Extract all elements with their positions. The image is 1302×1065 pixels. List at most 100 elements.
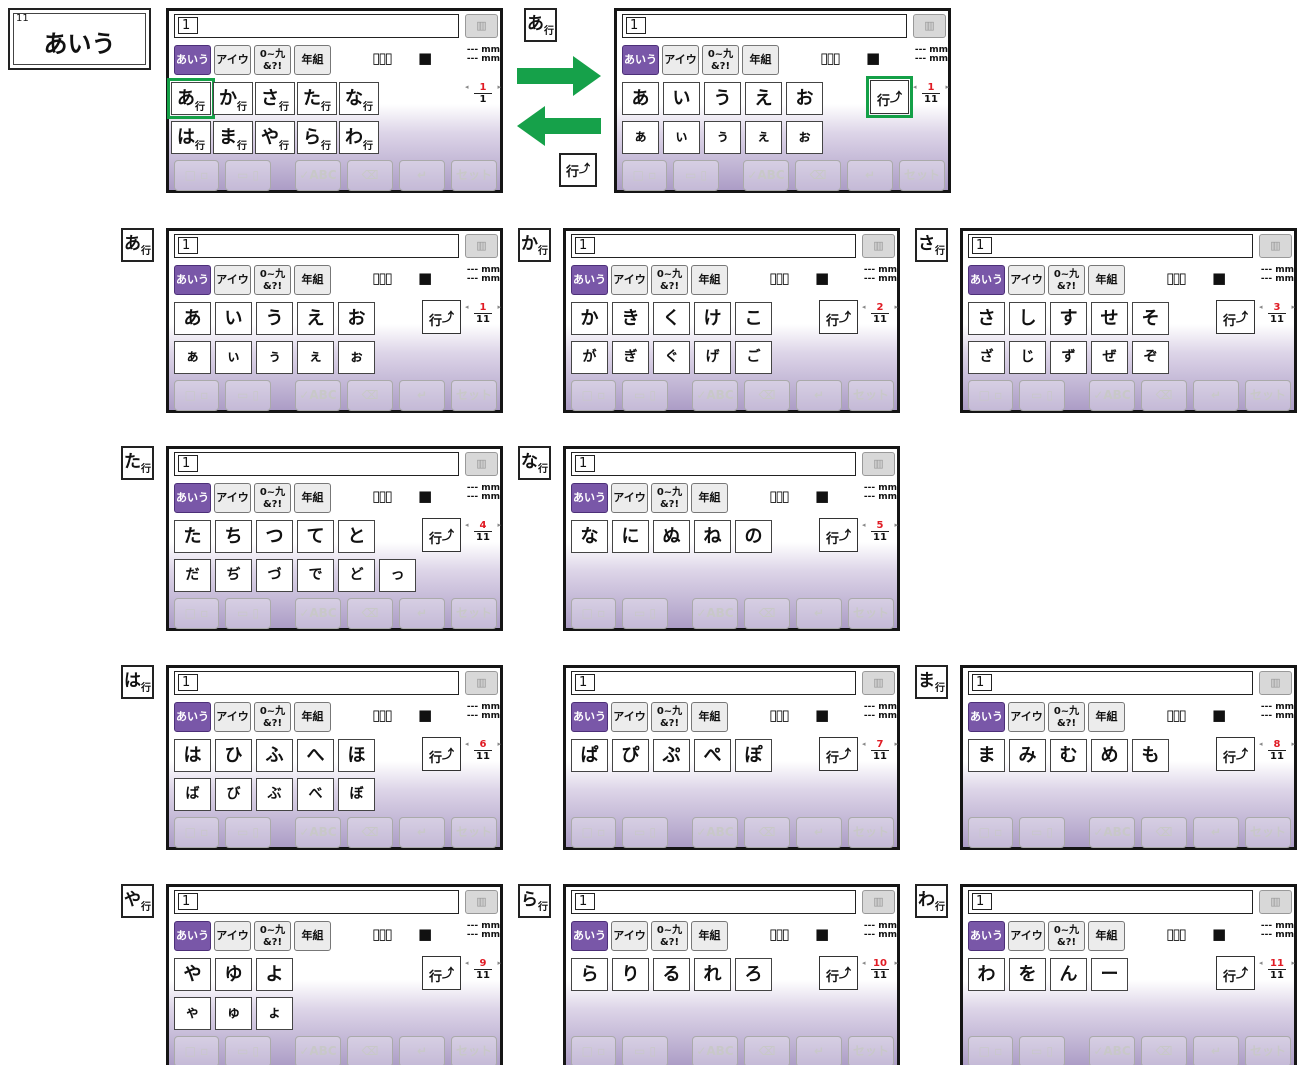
char-key[interactable]: と xyxy=(338,520,375,553)
delete-button[interactable]: ⌫ xyxy=(744,1036,790,1065)
sewing-icon[interactable]: ▥ xyxy=(862,234,895,258)
font-size-icon[interactable]: ▯▯▯ xyxy=(769,706,790,724)
mode-tab-3[interactable]: 年組 xyxy=(1088,921,1125,951)
mode-tab-0[interactable]: あいう xyxy=(571,702,608,732)
spell-check-button[interactable]: ✓ABC xyxy=(692,1036,738,1065)
char-key[interactable]: だ xyxy=(174,559,211,592)
size-toggle-button[interactable]: □ ▫ xyxy=(968,817,1013,848)
char-key[interactable]: け xyxy=(694,302,731,335)
char-key[interactable]: ゅ xyxy=(215,997,252,1030)
char-key[interactable]: ぅ xyxy=(704,121,741,154)
char-key[interactable]: つ xyxy=(256,520,293,553)
enter-button[interactable]: ↵ xyxy=(796,598,842,629)
sewing-icon[interactable]: ▥ xyxy=(465,890,498,914)
text-display[interactable]: 1 xyxy=(968,234,1253,258)
char-key[interactable]: の xyxy=(735,520,772,553)
mode-tab-3[interactable]: 年組 xyxy=(691,702,728,732)
text-display[interactable]: 1 xyxy=(968,890,1253,914)
mode-tab-1[interactable]: アイウ xyxy=(214,921,251,951)
mode-tab-2[interactable]: 0~九 &?! xyxy=(254,265,291,295)
enter-button[interactable]: ↵ xyxy=(399,380,445,411)
layout-toggle-button[interactable]: ▭ ▯ xyxy=(225,160,271,191)
pattern-icon[interactable]: ■ xyxy=(1212,269,1226,287)
spell-check-button[interactable]: ✓ABC xyxy=(743,160,789,191)
sewing-icon[interactable]: ▥ xyxy=(465,234,498,258)
text-display[interactable]: 1 xyxy=(622,14,907,38)
enter-button[interactable]: ↵ xyxy=(796,380,842,411)
mode-tab-1[interactable]: アイウ xyxy=(611,702,648,732)
gyo-key[interactable]: あ行 xyxy=(167,78,215,119)
char-key[interactable]: へ xyxy=(297,739,334,772)
page-left-arrow-icon[interactable]: ◂ xyxy=(862,520,866,531)
char-key[interactable]: わ xyxy=(968,958,1005,991)
gyo-back-button[interactable]: 行⤴ xyxy=(819,300,858,334)
layout-toggle-button[interactable]: ▭ ▯ xyxy=(225,380,271,411)
sewing-icon[interactable]: ▥ xyxy=(862,890,895,914)
layout-toggle-button[interactable]: ▭ ▯ xyxy=(622,817,668,848)
mode-tab-0[interactable]: あいう xyxy=(174,483,211,513)
mode-tab-1[interactable]: アイウ xyxy=(1008,702,1045,732)
layout-toggle-button[interactable]: ▭ ▯ xyxy=(1019,380,1065,411)
page-left-arrow-icon[interactable]: ◂ xyxy=(913,82,917,93)
delete-button[interactable]: ⌫ xyxy=(744,598,790,629)
text-display[interactable]: 1 xyxy=(174,234,459,258)
enter-button[interactable]: ↵ xyxy=(399,817,445,848)
set-button[interactable]: セット xyxy=(1245,1036,1291,1065)
layout-toggle-button[interactable]: ▭ ▯ xyxy=(673,160,719,191)
mode-tab-0[interactable]: あいう xyxy=(968,702,1005,732)
page-right-arrow-icon[interactable]: ▸ xyxy=(945,82,949,93)
spell-check-button[interactable]: ✓ABC xyxy=(295,817,341,848)
char-key[interactable]: ぎ xyxy=(612,341,649,374)
gyo-back-button[interactable]: 行⤴ xyxy=(1216,737,1255,771)
mode-tab-3[interactable]: 年組 xyxy=(691,483,728,513)
mode-tab-1[interactable]: アイウ xyxy=(611,483,648,513)
font-size-icon[interactable]: ▯▯▯ xyxy=(769,269,790,287)
gyo-key[interactable]: か行 xyxy=(213,82,253,115)
char-key[interactable]: い xyxy=(215,302,252,335)
font-size-icon[interactable]: ▯▯▯ xyxy=(372,925,393,943)
delete-button[interactable]: ⌫ xyxy=(347,598,393,629)
page-left-arrow-icon[interactable]: ◂ xyxy=(465,958,469,969)
spell-check-button[interactable]: ✓ABC xyxy=(692,598,738,629)
pattern-icon[interactable]: ■ xyxy=(418,487,432,505)
text-display[interactable]: 1 xyxy=(968,671,1253,695)
mode-tab-3[interactable]: 年組 xyxy=(294,483,331,513)
char-key[interactable]: ぷ xyxy=(653,739,690,772)
mode-tab-1[interactable]: アイウ xyxy=(214,45,251,75)
char-key[interactable]: す xyxy=(1050,302,1087,335)
mode-tab-1[interactable]: アイウ xyxy=(214,702,251,732)
char-key[interactable]: ぇ xyxy=(745,121,782,154)
gyo-key[interactable]: な行 xyxy=(339,82,379,115)
mode-tab-3[interactable]: 年組 xyxy=(294,702,331,732)
font-size-icon[interactable]: ▯▯▯ xyxy=(1166,706,1187,724)
char-key[interactable]: ぁ xyxy=(174,341,211,374)
font-size-icon[interactable]: ▯▯▯ xyxy=(372,487,393,505)
enter-button[interactable]: ↵ xyxy=(1193,1036,1239,1065)
mode-tab-3[interactable]: 年組 xyxy=(742,45,779,75)
char-key[interactable]: ず xyxy=(1050,341,1087,374)
pattern-icon[interactable]: ■ xyxy=(815,487,829,505)
mode-tab-3[interactable]: 年組 xyxy=(294,265,331,295)
layout-toggle-button[interactable]: ▭ ▯ xyxy=(622,380,668,411)
font-size-icon[interactable]: ▯▯▯ xyxy=(1166,269,1187,287)
sewing-icon[interactable]: ▥ xyxy=(465,671,498,695)
text-display[interactable]: 1 xyxy=(174,452,459,476)
char-key[interactable]: こ xyxy=(735,302,772,335)
font-size-icon[interactable]: ▯▯▯ xyxy=(769,487,790,505)
mode-tab-1[interactable]: アイウ xyxy=(1008,921,1045,951)
char-key[interactable]: ぉ xyxy=(786,121,823,154)
delete-button[interactable]: ⌫ xyxy=(744,380,790,411)
size-toggle-button[interactable]: □ ▫ xyxy=(968,1036,1013,1065)
char-key[interactable]: ふ xyxy=(256,739,293,772)
char-key[interactable]: か xyxy=(571,302,608,335)
char-key[interactable]: ぶ xyxy=(256,778,293,811)
gyo-back-button[interactable]: 行⤴ xyxy=(422,518,461,552)
char-key[interactable]: ぉ xyxy=(338,341,375,374)
char-key[interactable]: れ xyxy=(694,958,731,991)
text-display[interactable]: 1 xyxy=(174,890,459,914)
mode-tab-2[interactable]: 0~九 &?! xyxy=(254,483,291,513)
mode-tab-3[interactable]: 年組 xyxy=(294,45,331,75)
char-key[interactable]: づ xyxy=(256,559,293,592)
char-key[interactable]: ほ xyxy=(338,739,375,772)
spell-check-button[interactable]: ✓ABC xyxy=(295,380,341,411)
